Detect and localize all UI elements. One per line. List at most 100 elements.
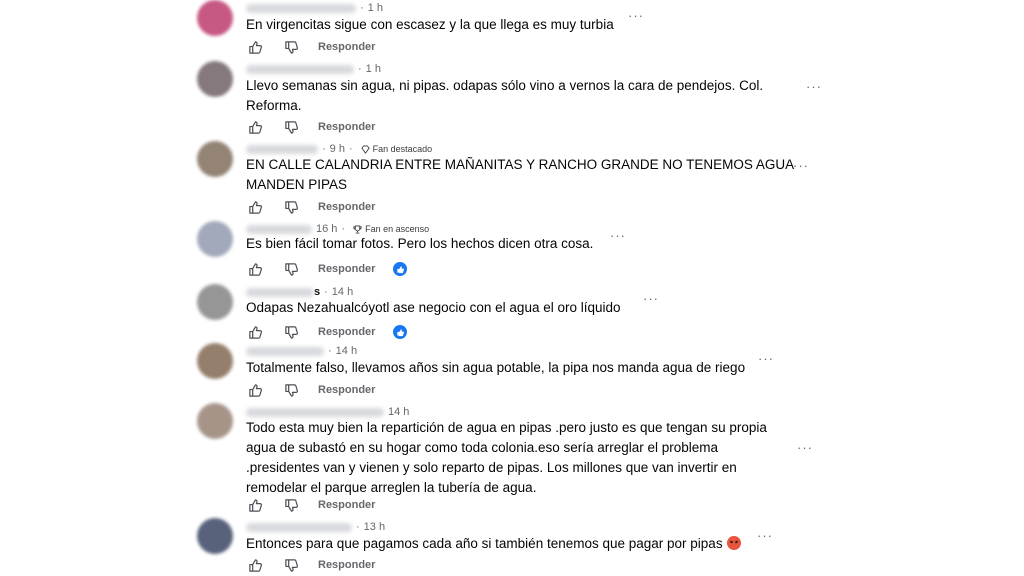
comment-line: EN CALLE CALANDRIA ENTRE MAÑANITAS Y RAN… <box>246 157 795 172</box>
comment-line: En virgencitas sigue con escasez y la qu… <box>246 17 614 32</box>
reply-button[interactable]: Responder <box>318 559 375 571</box>
reply-button[interactable]: Responder <box>318 201 375 213</box>
comment-actions: Responder <box>246 118 375 136</box>
diamond-icon <box>360 144 370 154</box>
timestamp[interactable]: 1 h <box>366 63 381 75</box>
more-options-button[interactable]: ··· <box>628 8 644 23</box>
comment-text: Todo esta muy bien la repartición de agu… <box>246 418 767 498</box>
dislike-icon[interactable] <box>282 496 300 514</box>
author-name[interactable] <box>246 3 356 13</box>
separator: · <box>348 143 353 155</box>
like-icon[interactable] <box>246 260 264 278</box>
like-icon[interactable] <box>246 38 264 56</box>
dislike-icon[interactable] <box>282 118 300 136</box>
like-icon[interactable] <box>246 381 264 399</box>
like-reaction-icon[interactable] <box>393 325 408 339</box>
dislike-icon[interactable] <box>282 323 300 341</box>
reply-button[interactable]: Responder <box>318 384 375 396</box>
dislike-icon[interactable] <box>282 38 300 56</box>
more-options-button[interactable]: ··· <box>643 291 659 306</box>
fan-badge[interactable]: Fan destacado <box>360 144 433 154</box>
comment-text: Totalmente falso, llevamos años sin agua… <box>246 358 745 378</box>
timestamp[interactable]: 14 h <box>332 286 353 298</box>
avatar[interactable] <box>197 141 233 177</box>
avatar[interactable] <box>197 0 233 36</box>
author-name[interactable] <box>246 407 384 417</box>
comment-actions: Responder <box>246 381 375 399</box>
more-options-button[interactable]: ··· <box>757 528 773 543</box>
like-icon[interactable] <box>246 118 264 136</box>
comment-line: .presidentes van y vienen y solo reparto… <box>246 460 737 475</box>
like-icon[interactable] <box>246 323 264 341</box>
separator: · <box>360 2 364 14</box>
comment-meta: 14 h <box>246 406 409 418</box>
comment-meta: s · 14 h <box>246 286 353 298</box>
comment-meta: · 9 h · Fan destacado <box>246 143 432 155</box>
comment-line: Entonces para que pagamos cada año si ta… <box>246 534 741 554</box>
timestamp[interactable]: 14 h <box>388 406 409 418</box>
comment-meta: · 13 h <box>246 521 385 533</box>
angry-face-emoji-icon <box>726 536 741 550</box>
reply-button[interactable]: Responder <box>318 326 375 338</box>
avatar[interactable] <box>197 518 233 554</box>
comment-line: remodelar el parque arreglen la tubería … <box>246 480 537 495</box>
comment-text: Odapas Nezahualcóyotl ase negocio con el… <box>246 298 621 318</box>
comment-text: En virgencitas sigue con escasez y la qu… <box>246 15 614 35</box>
timestamp[interactable]: 14 h <box>336 345 357 357</box>
comment-line: Todo esta muy bien la repartición de agu… <box>246 420 767 435</box>
author-name[interactable] <box>246 522 352 532</box>
like-icon[interactable] <box>246 556 264 574</box>
badge-label: Fan en ascenso <box>365 224 430 234</box>
timestamp[interactable]: 1 h <box>368 2 383 14</box>
author-name[interactable] <box>246 287 314 297</box>
fan-badge[interactable]: Fan en ascenso <box>353 224 429 234</box>
separator: · <box>328 345 332 357</box>
like-icon[interactable] <box>246 496 264 514</box>
avatar[interactable] <box>197 403 233 439</box>
more-options-button[interactable]: ··· <box>610 228 626 243</box>
comment-line: Totalmente falso, llevamos años sin agua… <box>246 360 746 375</box>
avatar[interactable] <box>197 221 233 257</box>
separator: · <box>324 286 328 298</box>
author-name-suffix[interactable]: s <box>314 286 320 298</box>
avatar[interactable] <box>197 61 233 97</box>
more-options-button[interactable]: ··· <box>797 440 813 455</box>
dislike-icon[interactable] <box>282 198 300 216</box>
more-options-button[interactable]: ··· <box>793 158 809 173</box>
comment-meta: · 1 h <box>246 63 381 75</box>
like-icon[interactable] <box>246 198 264 216</box>
avatar[interactable] <box>197 284 233 320</box>
reply-button[interactable]: Responder <box>318 41 375 53</box>
comment-text: Llevo semanas sin agua, ni pipas. odapas… <box>246 76 763 116</box>
comment-line: MANDEN PIPAS <box>246 177 348 192</box>
comment-actions: Responder <box>246 496 375 514</box>
comment-line: Reforma. <box>246 98 302 113</box>
dislike-icon[interactable] <box>282 260 300 278</box>
timestamp[interactable]: 9 h <box>330 143 345 155</box>
comment-actions: Responder <box>246 556 375 574</box>
reply-button[interactable]: Responder <box>318 263 375 275</box>
author-name[interactable] <box>246 346 324 356</box>
reply-button[interactable]: Responder <box>318 499 375 511</box>
like-reaction-icon[interactable] <box>393 262 408 276</box>
dislike-icon[interactable] <box>282 556 300 574</box>
badge-label: Fan destacado <box>372 144 433 154</box>
more-options-button[interactable]: ··· <box>758 351 774 366</box>
separator: · <box>358 63 362 75</box>
comment-actions: Responder <box>246 323 408 341</box>
separator: · <box>356 521 360 533</box>
comment-line: Es bien fácil tomar fotos. Pero los hech… <box>246 236 594 251</box>
trophy-icon <box>353 224 362 234</box>
avatar[interactable] <box>197 343 233 379</box>
dislike-icon[interactable] <box>282 381 300 399</box>
timestamp[interactable]: 13 h <box>364 521 385 533</box>
more-options-button[interactable]: ··· <box>806 79 822 94</box>
comment-meta: · 1 h <box>246 2 383 14</box>
comment-line-text: Entonces para que pagamos cada año si ta… <box>246 536 723 551</box>
author-name[interactable] <box>246 64 354 74</box>
author-name[interactable] <box>246 224 312 234</box>
comment-actions: Responder <box>246 260 408 278</box>
author-name[interactable] <box>246 144 318 154</box>
comment-text: Entonces para que pagamos cada año si ta… <box>246 534 741 554</box>
reply-button[interactable]: Responder <box>318 121 375 133</box>
